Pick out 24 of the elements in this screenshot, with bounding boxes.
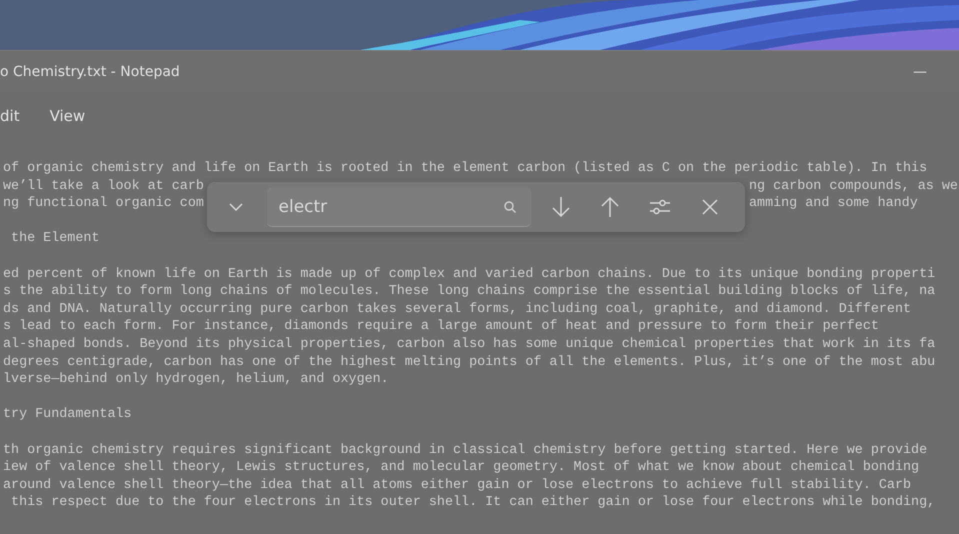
text-line: the Element [10, 230, 100, 248]
text-line: this respect due to the four electrons in its outer shell. It can either gain or lose four electrons while bonding, [10, 494, 936, 512]
search-icon [502, 200, 517, 214]
text-line: ed percent of known life on Earth is made up of complex and varied carbon chains. Due to its unique bonding properti [3, 266, 936, 284]
text-line: ds and DNA. Naturally occurring pure carbon takes several forms, including coal, graphite, and diamond. Different [3, 300, 912, 318]
search-field[interactable]: electr [266, 187, 531, 227]
menu-item[interactable]: dit [0, 105, 20, 127]
text-line: of organic chemistry and life on Earth is rooted in the element carbon (listed as C on the periodic table). In this [3, 160, 928, 178]
text-line: al-shaped bonds. Beyond its physical properties, carbon also has some unique chemical properties that work in its fa [3, 336, 936, 354]
text-line: ng carbon compounds, as we [749, 178, 958, 196]
text-line: we’ll take a look at carb [3, 178, 204, 196]
text-line: th organic chemistry requires significant background in classical chemistry before getting started. Here we provide [3, 442, 928, 460]
text-line: s the ability to form long chains of molecules. These long chains comprise the essential building blocks of life, na [3, 283, 936, 301]
text-line: amming and some handy [749, 195, 918, 213]
text-line: around valence shell theory—the idea that all atoms either gain or lose electrons to achieve full stability. Carb [3, 476, 912, 494]
text-line: degrees centigrade, carbon has one of the highest melting points of all the elements. Plus, it’s one of the most abu [3, 354, 936, 372]
text-line: try Fundamentals [3, 406, 132, 424]
minimize-button[interactable]: — [903, 60, 937, 84]
text-line: iew of valence shell theory, Lewis structures, and molecular geometry. Most of what we know about chemical bonding [3, 459, 920, 477]
text-line: lverse—behind only hydrogen, helium, and oxygen. [3, 371, 389, 389]
text-line: ng functional organic com [3, 195, 204, 213]
text-line: s lead to each form. For instance, diamonds require a large amount of heat and pressure to form their perfect [3, 318, 879, 336]
menu-item[interactable]: View [50, 105, 86, 127]
window-title: o Chemistry.txt - Notepad [0, 64, 180, 80]
